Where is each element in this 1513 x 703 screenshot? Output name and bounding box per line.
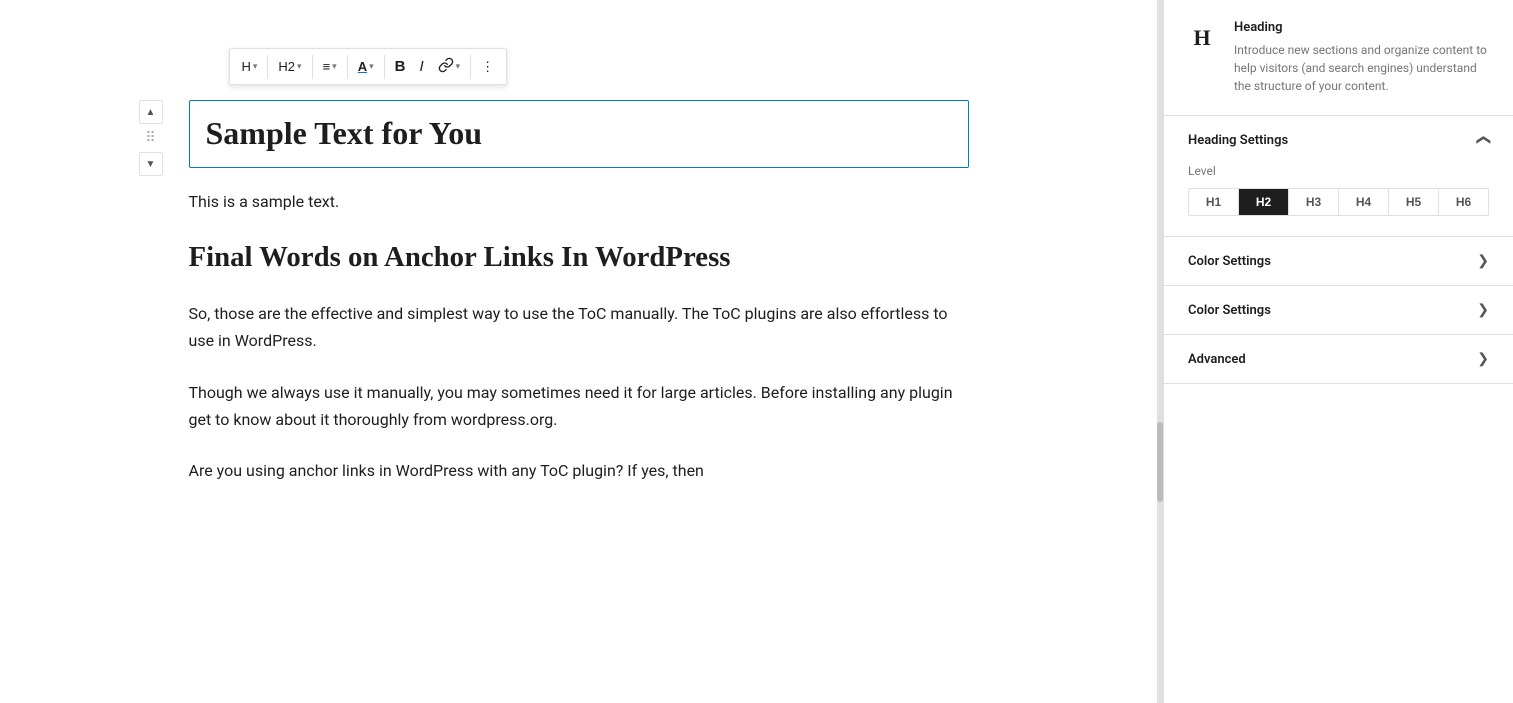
heading-type-button[interactable]: H ▾ [236,55,264,78]
color-settings-title-2: Color Settings [1188,303,1271,318]
link-chevron: ▾ [456,61,461,72]
level-h1-button[interactable]: H1 [1189,189,1239,215]
heading-type-chevron: ▾ [253,61,258,72]
drag-handle[interactable]: ⠿ [139,126,163,150]
block-info: H Heading Introduce new sections and org… [1164,0,1513,116]
advanced-chevron: ❯ [1477,351,1489,367]
bold-icon: B [395,58,406,75]
heading-block[interactable]: Sample Text for You [189,100,969,168]
paragraph-text-3[interactable]: Though we always use it manually, you ma… [189,379,969,433]
block-icon-wrapper: H [1184,20,1220,56]
block-controls: ▲ ⠿ ▼ [139,100,163,176]
paragraph-block-4[interactable]: Are you using anchor links in WordPress … [189,457,969,484]
heading-text[interactable]: Sample Text for You [206,113,952,155]
advanced-header[interactable]: Advanced ❯ [1164,335,1513,383]
advanced-panel: Advanced ❯ [1164,335,1513,384]
block-title: Heading [1234,20,1489,35]
heading-settings-header[interactable]: Heading Settings ❯ [1164,116,1513,164]
heading-block-2[interactable]: Final Words on Anchor Links In WordPress [189,239,969,276]
toolbar-divider-3 [347,55,348,79]
color-settings-chevron-2: ❯ [1477,302,1489,318]
heading-level-button[interactable]: H2 ▾ [272,55,307,78]
italic-button[interactable]: I [413,54,429,79]
heading-level-chevron: ▾ [297,61,302,72]
level-label: Level [1188,164,1489,178]
block-description: Introduce new sections and organize cont… [1234,41,1489,95]
italic-icon: I [419,58,423,75]
heading-settings-title: Heading Settings [1188,133,1288,148]
color-settings-panel-2: Color Settings ❯ [1164,286,1513,335]
link-icon [438,57,454,76]
paragraph-block-3[interactable]: Though we always use it manually, you ma… [189,379,969,433]
block-toolbar: H ▾ H2 ▾ ≡ ▾ A ▾ B I [229,48,508,85]
heading-text-2[interactable]: Final Words on Anchor Links In WordPress [189,239,969,276]
heading-settings-content: Level H1 H2 H3 H4 H5 H6 [1164,164,1513,236]
block-icon: H [1193,25,1210,51]
paragraph-text-4[interactable]: Are you using anchor links in WordPress … [189,457,969,484]
bold-button[interactable]: B [389,54,412,79]
block-info-text: Heading Introduce new sections and organ… [1234,20,1489,95]
right-sidebar: H Heading Introduce new sections and org… [1163,0,1513,703]
align-icon: ≡ [323,59,331,74]
color-settings-panel-1: Color Settings ❯ [1164,237,1513,286]
level-h2-button[interactable]: H2 [1239,189,1289,215]
heading-settings-chevron: ❯ [1475,134,1491,146]
toolbar-divider-2 [312,55,313,79]
text-color-button[interactable]: A ▾ [352,55,380,78]
toolbar-divider-1 [267,55,268,79]
move-down-button[interactable]: ▼ [139,152,163,176]
toolbar-divider-4 [384,55,385,79]
level-h3-button[interactable]: H3 [1289,189,1339,215]
scroll-thumb[interactable] [1157,422,1163,502]
scroll-indicator [1157,0,1163,703]
align-button[interactable]: ≡ ▾ [317,55,343,78]
link-button[interactable]: ▾ [432,53,467,80]
level-h4-button[interactable]: H4 [1339,189,1389,215]
advanced-title: Advanced [1188,352,1246,367]
level-h6-button[interactable]: H6 [1439,189,1488,215]
paragraph-text-1[interactable]: This is a sample text. [189,188,969,215]
paragraph-block-1[interactable]: This is a sample text. [189,188,969,215]
text-color-icon: A [358,59,367,74]
toolbar-divider-5 [470,55,471,79]
heading-settings-panel: Heading Settings ❯ Level H1 H2 H3 H4 H5 … [1164,116,1513,237]
text-color-chevron: ▾ [369,61,374,72]
level-h5-button[interactable]: H5 [1389,189,1439,215]
more-options-icon: ⋮ [481,59,494,75]
editor-area[interactable]: ▲ ⠿ ▼ H ▾ H2 ▾ ≡ ▾ A ▾ [0,0,1157,703]
move-up-button[interactable]: ▲ [139,100,163,124]
more-options-button[interactable]: ⋮ [475,55,500,79]
color-settings-header-1[interactable]: Color Settings ❯ [1164,237,1513,285]
heading-level-label: H2 [278,59,295,74]
color-settings-chevron-1: ❯ [1477,253,1489,269]
heading-type-label: H [242,59,251,74]
paragraph-block-2[interactable]: So, those are the effective and simplest… [189,300,969,354]
color-settings-header-2[interactable]: Color Settings ❯ [1164,286,1513,334]
level-buttons: H1 H2 H3 H4 H5 H6 [1188,188,1489,216]
align-chevron: ▾ [332,61,337,72]
paragraph-text-2[interactable]: So, those are the effective and simplest… [189,300,969,354]
color-settings-title-1: Color Settings [1188,254,1271,269]
